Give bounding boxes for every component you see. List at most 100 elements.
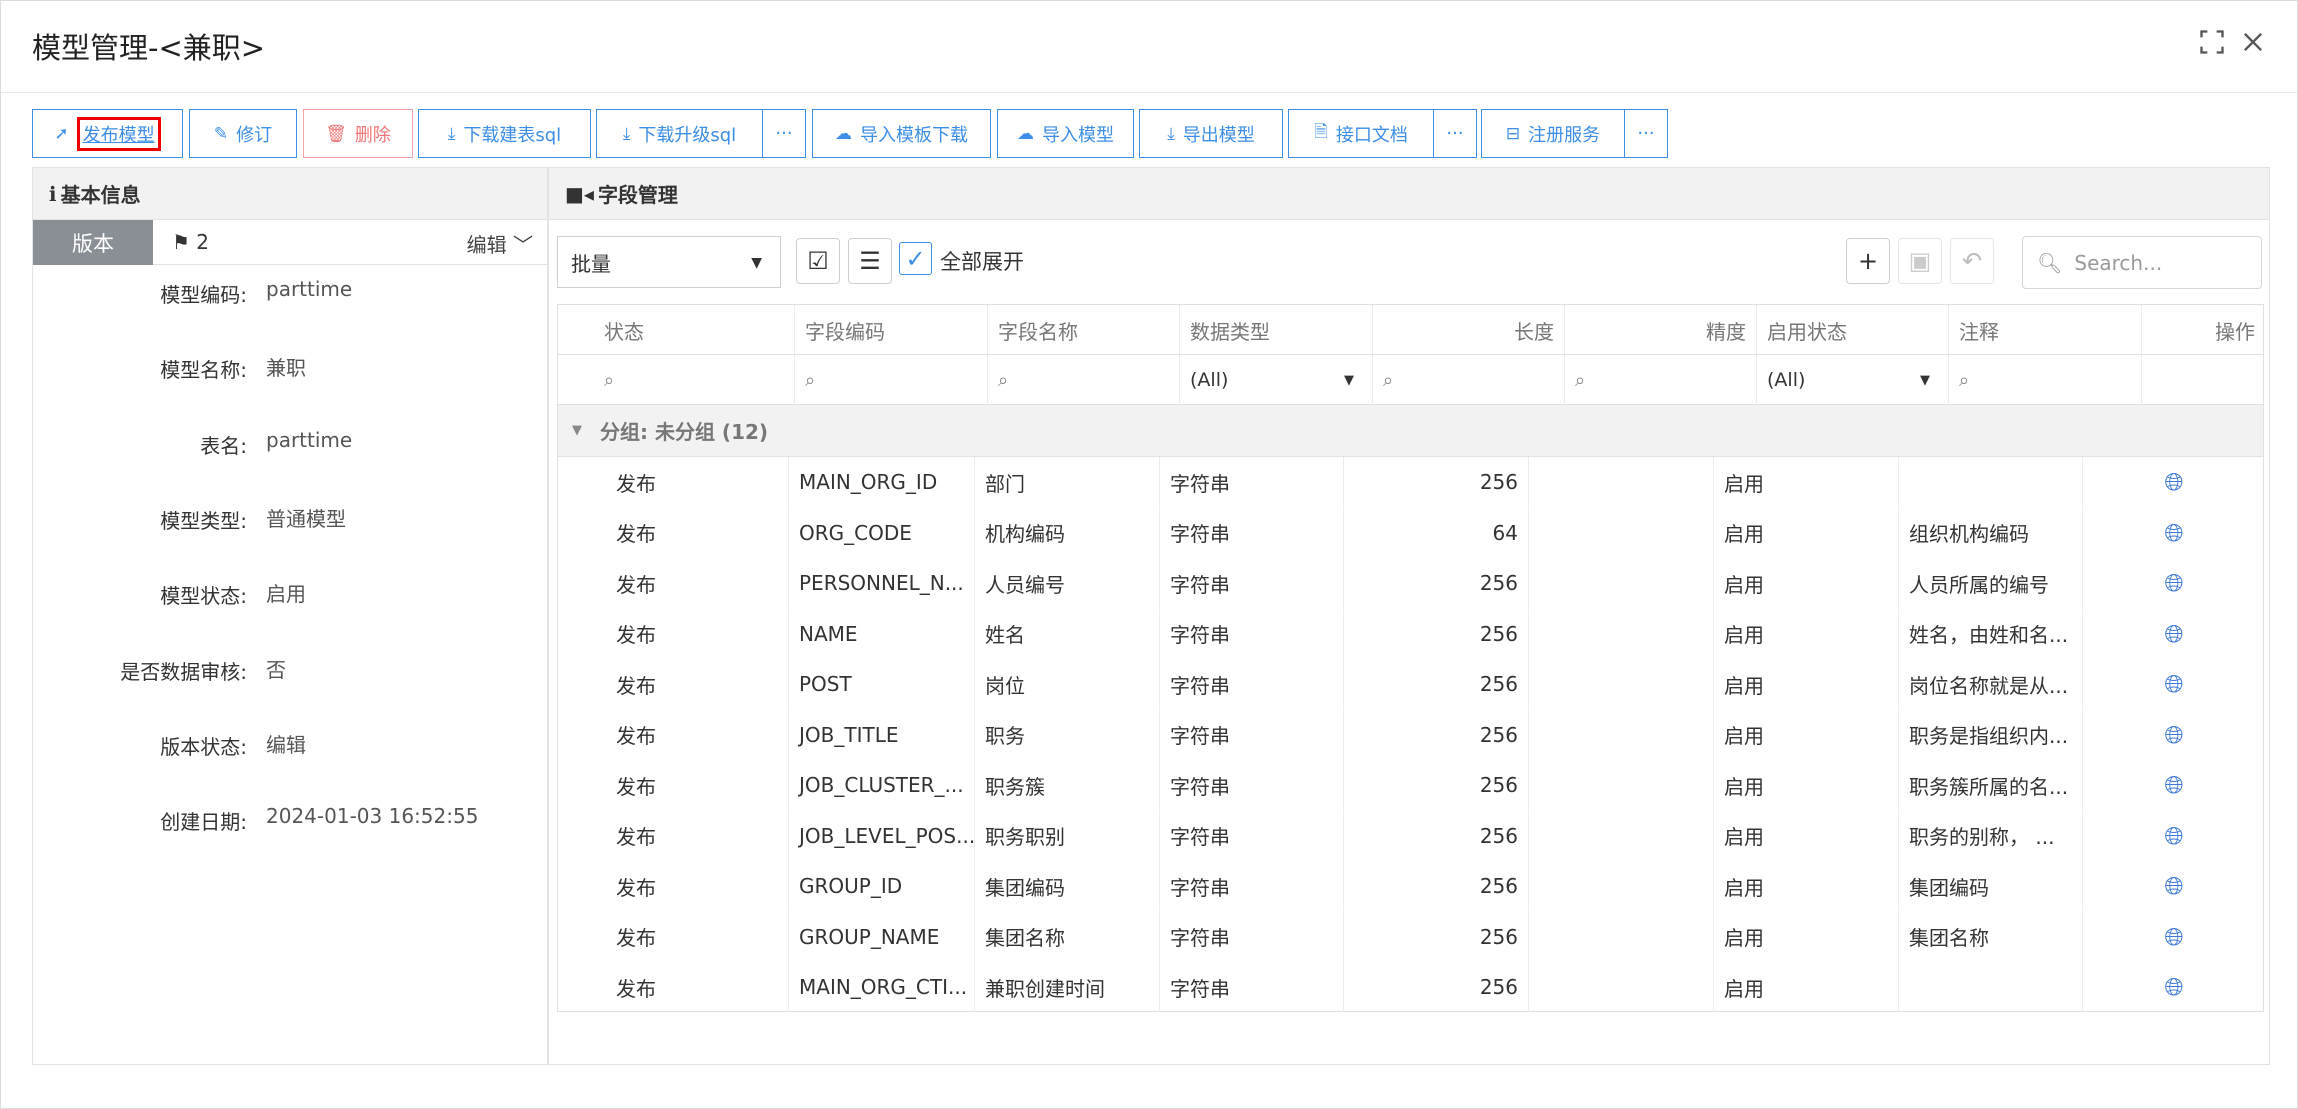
column-filter-input[interactable]: ⌕ — [1372, 355, 1564, 405]
info-field-label: 模型编码: — [160, 283, 247, 307]
cell-length: 256 — [1343, 457, 1528, 507]
column-header[interactable]: 字段名称 — [987, 305, 1179, 355]
globe-icon[interactable]: 🌐︎ — [2164, 670, 2183, 698]
version-edit-dropdown[interactable]: 编辑 ﹀ — [467, 229, 533, 258]
table-row[interactable]: 发布 NAME 姓名 字符串 256 启用 姓名，由姓和名... 🌐︎ — [558, 608, 2263, 660]
column-filter-input[interactable]: ⌕ — [558, 355, 794, 405]
close-icon[interactable] — [2238, 28, 2268, 58]
search-icon: ⌕ — [998, 369, 1009, 391]
import-template-download-button[interactable]: ☁ 导入模板下载 — [812, 109, 991, 158]
column-filter-input[interactable]: ⌕ — [1948, 355, 2141, 405]
cell-comment: 职务的别称， ... — [1898, 810, 2082, 861]
cell-length: 256 — [1343, 760, 1528, 810]
info-field-value: 否 — [266, 657, 286, 682]
table-row[interactable]: 发布 GROUP_ID 集团编码 字符串 256 启用 集团编码 🌐︎ — [558, 861, 2263, 912]
search-icon: ⌕ — [1959, 369, 1970, 391]
info-field-label: 创建日期: — [160, 810, 247, 835]
table-row[interactable]: 发布 MAIN_ORG_ID 部门 字符串 256 启用 🌐︎ — [558, 457, 2263, 508]
row-actions-cell: 🌐︎ — [2082, 457, 2265, 507]
column-filter-select[interactable]: (All) ▼ — [1179, 355, 1372, 405]
cell-code: PERSONNEL_N... — [788, 558, 974, 608]
cell-type: 字符串 — [1159, 659, 1343, 709]
version-row: 版本 ⚑ 2 编辑 ﹀ — [33, 220, 547, 265]
globe-icon[interactable]: 🌐︎ — [2164, 872, 2183, 900]
more-label: ··· — [1446, 123, 1464, 144]
column-filter-input[interactable]: ⌕ — [1564, 355, 1756, 405]
globe-icon[interactable]: 🌐︎ — [2164, 973, 2183, 1001]
table-row[interactable]: 发布 ORG_CODE 机构编码 字符串 64 启用 组织机构编码 🌐︎ — [558, 507, 2263, 559]
cell-name: 集团名称 — [974, 911, 1159, 962]
globe-icon[interactable]: 🌐︎ — [2164, 519, 2183, 547]
more-button[interactable]: ··· — [1433, 109, 1477, 158]
table-row[interactable]: 发布 JOB_CLUSTER_... 职务簇 字符串 256 启用 职务簇所属的名... 🌐︎ — [558, 760, 2263, 811]
table-row[interactable]: 发布 MAIN_ORG_CTI... 兼职创建时间 字符串 256 启用 🌐︎ — [558, 962, 2263, 1013]
globe-icon[interactable]: 🌐︎ — [2164, 923, 2183, 951]
globe-icon[interactable]: 🌐︎ — [2164, 468, 2183, 496]
revise-button[interactable]: ✎ 修订 — [189, 109, 297, 158]
delete-button[interactable]: 🗑 删除 — [303, 109, 413, 158]
more-button[interactable]: ··· — [1624, 109, 1668, 158]
cell-status: 发布 — [616, 926, 656, 950]
column-header[interactable]: 长度 — [1372, 305, 1564, 355]
maximize-icon[interactable] — [2197, 28, 2227, 58]
list-view-button[interactable]: ☰ — [848, 238, 892, 284]
cell-enabled: 启用 — [1713, 760, 1898, 810]
more-button[interactable]: ··· — [762, 109, 806, 158]
cell-name: 兼职创建时间 — [974, 962, 1159, 1012]
register-service-button[interactable]: ⊟ 注册服务 — [1481, 109, 1625, 158]
trash-icon: 🗑 — [325, 123, 347, 144]
cell-name: 人员编号 — [974, 558, 1159, 608]
api-doc-button[interactable]: 🗎 接口文档 — [1288, 109, 1434, 158]
table-row[interactable]: 发布 GROUP_NAME 集团名称 字符串 256 启用 集团名称 🌐︎ — [558, 911, 2263, 963]
table-row[interactable]: 发布 JOB_TITLE 职务 字符串 256 启用 职务是指组织内... 🌐︎ — [558, 709, 2263, 761]
export-model-button[interactable]: ⤓ 导出模型 — [1139, 109, 1283, 158]
cell-precision — [1528, 457, 1713, 507]
info-field-label: 模型名称: — [160, 358, 247, 383]
column-filter-select[interactable]: (All) ▼ — [1756, 355, 1948, 405]
column-header[interactable]: 注释 — [1948, 305, 2141, 355]
group-row[interactable]: ▼ 分组: 未分组 (12) — [558, 405, 2263, 457]
column-header[interactable]: 启用状态 — [1756, 305, 1948, 355]
table-row[interactable]: 发布 POST 岗位 字符串 256 启用 岗位名称就是从... 🌐︎ — [558, 659, 2263, 710]
grid-header-row: 状态 字段编码 字段名称 数据类型 长度 精度 启用状态 注释 操作 — [558, 305, 2263, 355]
save-button[interactable]: ▣ — [1898, 238, 1942, 284]
column-filter-input[interactable]: ⌕ — [987, 355, 1179, 405]
search-icon: ⌕ — [1575, 369, 1586, 391]
globe-icon[interactable]: 🌐︎ — [2164, 721, 2183, 749]
globe-icon[interactable]: 🌐︎ — [2164, 822, 2183, 850]
column-filter-input[interactable]: ⌕ — [794, 355, 987, 405]
version-tab[interactable]: 版本 — [33, 220, 153, 265]
cell-type: 字符串 — [1159, 709, 1343, 760]
cell-comment: 姓名，由姓和名... — [1898, 608, 2082, 659]
globe-icon[interactable]: 🌐︎ — [2164, 569, 2183, 597]
table-row[interactable]: 发布 JOB_LEVEL_POS... 职务职别 字符串 256 启用 职务的别称， ...… — [558, 810, 2263, 862]
globe-icon[interactable]: 🌐︎ — [2164, 771, 2183, 799]
undo-button[interactable]: ↶ — [1950, 238, 1994, 284]
batch-select[interactable]: 批量 ▼ — [557, 236, 781, 288]
cell-status: 发布 — [616, 572, 656, 597]
search-input[interactable]: 🔍︎ Search... — [2022, 236, 2262, 289]
table-row[interactable]: 发布 PERSONNEL_N... 人员编号 字符串 256 启用 人员所属的编号 🌐︎ — [558, 558, 2263, 609]
column-header[interactable]: 数据类型 — [1179, 305, 1372, 355]
column-header[interactable]: 精度 — [1564, 305, 1756, 355]
info-field-label: 模型状态: — [160, 584, 247, 609]
caret-down-icon: ▼ — [1344, 372, 1354, 388]
globe-icon[interactable]: 🌐︎ — [2164, 620, 2183, 648]
filter-select-value: (All) — [1190, 369, 1229, 391]
download-icon: ⤓ — [447, 123, 456, 144]
column-header[interactable]: 字段编码 — [794, 305, 987, 355]
column-header[interactable]: 状态 — [558, 305, 794, 355]
publish-model-button[interactable]: ➚ 发布模型 — [32, 109, 183, 158]
expand-all-checkbox[interactable]: ✓ — [899, 242, 932, 275]
add-row-button[interactable]: + — [1846, 238, 1890, 284]
download-upgrade-sql-button[interactable]: ⤓ 下载升级sql — [596, 109, 763, 158]
cell-length: 256 — [1343, 810, 1528, 861]
import-model-button[interactable]: ☁ 导入模型 — [997, 109, 1134, 158]
info-field-value: parttime — [266, 277, 353, 301]
cell-name: 部门 — [974, 457, 1159, 507]
cell-precision — [1528, 709, 1713, 760]
column-header[interactable]: 操作 — [2141, 305, 2265, 355]
check-select-button[interactable]: ☑ — [796, 238, 840, 284]
download-create-sql-button[interactable]: ⤓ 下载建表sql — [418, 109, 591, 158]
plus-icon: + — [1857, 247, 1879, 275]
